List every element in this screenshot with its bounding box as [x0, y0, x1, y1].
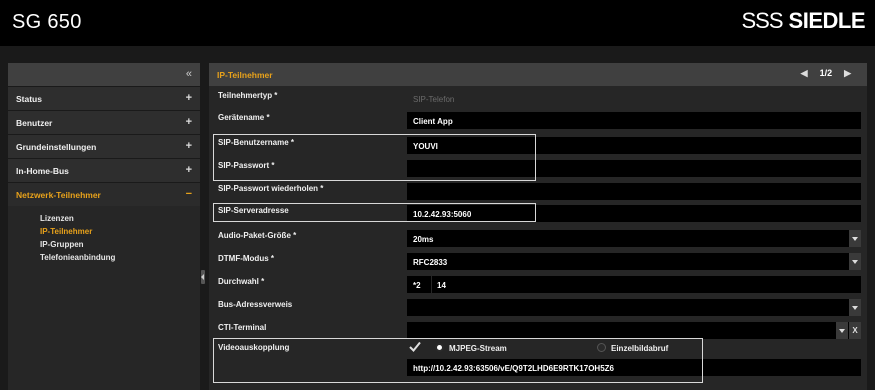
- field-label: SIP-Passwort *: [218, 161, 275, 170]
- form-row-teilnehmertyp: Teilnehmertyp * SIP-Telefon: [209, 87, 867, 109]
- form-row-videoauskopplung: Videoauskopplung MJPEG-Stream Einzelbild…: [209, 338, 867, 388]
- sidebar-item-grundeinstellungen[interactable]: Grundeinstellungen +: [8, 134, 200, 158]
- field-label: SIP-Benutzername *: [218, 138, 295, 147]
- sidebar-item-label: Benutzer: [16, 118, 53, 128]
- durchwahl-value: 14: [437, 281, 446, 290]
- audio-paket-groesse-select[interactable]: 20ms: [407, 230, 861, 247]
- sidebar-item-label: In-Home-Bus: [16, 166, 69, 176]
- product-title: SG 650: [12, 11, 82, 33]
- brand-name: SIEDLE: [788, 8, 866, 33]
- durchwahl-prefix: *2: [413, 281, 421, 290]
- plus-icon: +: [185, 164, 192, 176]
- option-mjpeg-stream[interactable]: MJPEG-Stream: [449, 344, 507, 353]
- brand-mark: SSS: [741, 8, 784, 33]
- sip-passwort-input[interactable]: [407, 160, 861, 177]
- sidebar-subitem-ip-teilnehmer[interactable]: IP-Teilnehmer: [40, 227, 200, 240]
- field-label: Teilnehmertyp *: [218, 91, 278, 100]
- field-label: CTI-Terminal: [218, 323, 267, 332]
- radio-icon[interactable]: [597, 343, 606, 352]
- sidebar-item-in-home-bus[interactable]: In-Home-Bus +: [8, 158, 200, 182]
- select-value: RFC2833: [413, 258, 448, 267]
- sidebar-header: «: [8, 63, 200, 86]
- sip-benutzername-input[interactable]: YOUVI: [407, 137, 861, 154]
- top-bar: SG 650 SSS SIEDLE: [0, 0, 875, 46]
- form-row-sip-passwort-wiederholen: SIP-Passwort wiederholen *: [209, 180, 867, 202]
- page-title: IP-Teilnehmer: [217, 70, 273, 80]
- bus-adressverweis-select[interactable]: [407, 299, 861, 316]
- plus-icon: +: [185, 116, 192, 128]
- field-label: SIP-Passwort wiederholen *: [218, 184, 324, 193]
- sidebar-resize-handle[interactable]: [201, 270, 205, 284]
- field-label: Gerätename *: [218, 113, 270, 122]
- radio-icon[interactable]: [435, 343, 444, 352]
- cti-terminal-select[interactable]: X: [407, 322, 861, 339]
- triangle-right-icon[interactable]: ▶: [844, 68, 851, 79]
- plus-icon: +: [185, 140, 192, 152]
- sidebar: « Status + Benutzer + Grundeinstellungen…: [8, 63, 200, 390]
- form-row-sip-passwort: SIP-Passwort *: [209, 157, 867, 179]
- main-header: IP-Teilnehmer ◀ 1/2 ▶: [209, 63, 867, 86]
- teilnehmertyp-field: SIP-Telefon: [407, 90, 861, 107]
- sidebar-item-netzwerk-teilnehmer[interactable]: Netzwerk-Teilnehmer −: [8, 182, 200, 206]
- minus-icon: −: [185, 188, 192, 200]
- sidebar-submenu: Lizenzen IP-Teilnehmer IP-Gruppen Telefo…: [8, 206, 200, 266]
- sidebar-item-label: Status: [16, 94, 42, 104]
- sidebar-item-status[interactable]: Status +: [8, 86, 200, 110]
- sidebar-item-label: Netzwerk-Teilnehmer: [16, 190, 101, 200]
- plus-icon: +: [185, 92, 192, 104]
- pager: ◀ 1/2 ▶: [795, 68, 857, 79]
- dtmf-modus-select[interactable]: RFC2833: [407, 253, 861, 270]
- main-panel: IP-Teilnehmer ◀ 1/2 ▶ Teilnehmertyp * SIP-…: [209, 63, 867, 390]
- triangle-left-icon[interactable]: ◀: [801, 68, 808, 79]
- form-row-durchwahl: Durchwahl * *2 14: [209, 273, 867, 295]
- video-stream-url-input[interactable]: http://10.2.42.93:63506/vE/Q9T2LHD6E9RTK…: [407, 359, 861, 376]
- chevrons-left-icon[interactable]: «: [186, 68, 192, 80]
- sip-serveradresse-input[interactable]: 10.2.42.93:5060: [407, 205, 861, 222]
- siedle-logo: SSS SIEDLE: [742, 8, 866, 34]
- sidebar-subitem-lizenzen[interactable]: Lizenzen: [40, 214, 200, 227]
- field-label: Bus-Adressverweis: [218, 300, 293, 309]
- option-einzelbildabruf[interactable]: Einzelbildabruf: [611, 344, 668, 353]
- dropdown-arrow-icon[interactable]: [849, 230, 861, 247]
- field-label: Videoauskopplung: [218, 343, 290, 352]
- sidebar-item-label: Grundeinstellungen: [16, 142, 97, 152]
- select-value: 20ms: [413, 235, 434, 244]
- durchwahl-input[interactable]: *2 14: [407, 276, 861, 293]
- sidebar-subitem-telefonieanbindung[interactable]: Telefonieanbindung: [40, 253, 200, 266]
- form-row-geraetename: Gerätename * Client App: [209, 109, 867, 131]
- field-label: DTMF-Modus *: [218, 254, 274, 263]
- field-label: Audio-Paket-Größe *: [218, 231, 297, 240]
- sidebar-subitem-ip-gruppen[interactable]: IP-Gruppen: [40, 240, 200, 253]
- geraetename-input[interactable]: Client App: [407, 112, 861, 129]
- dropdown-arrow-icon[interactable]: [849, 253, 861, 270]
- clear-x-icon[interactable]: X: [849, 322, 861, 339]
- checkmark-icon[interactable]: [409, 341, 421, 353]
- sip-passwort-wiederholen-input[interactable]: [407, 183, 861, 200]
- form-row-audio-paket-groesse: Audio-Paket-Größe * 20ms: [209, 227, 867, 249]
- sidebar-item-benutzer[interactable]: Benutzer +: [8, 110, 200, 134]
- dropdown-arrow-icon[interactable]: [849, 299, 861, 316]
- field-label: Durchwahl *: [218, 277, 265, 286]
- form-row-dtmf-modus: DTMF-Modus * RFC2833: [209, 250, 867, 272]
- form-row-sip-serveradresse: SIP-Serveradresse 10.2.42.93:5060: [209, 202, 867, 224]
- form-row-bus-adressverweis: Bus-Adressverweis: [209, 296, 867, 318]
- field-label: SIP-Serveradresse: [218, 206, 289, 215]
- dropdown-arrow-icon[interactable]: [836, 322, 848, 339]
- page-indicator: 1/2: [819, 68, 833, 78]
- field-divider: [431, 276, 432, 293]
- form-row-sip-benutzername: SIP-Benutzername * YOUVI: [209, 134, 867, 156]
